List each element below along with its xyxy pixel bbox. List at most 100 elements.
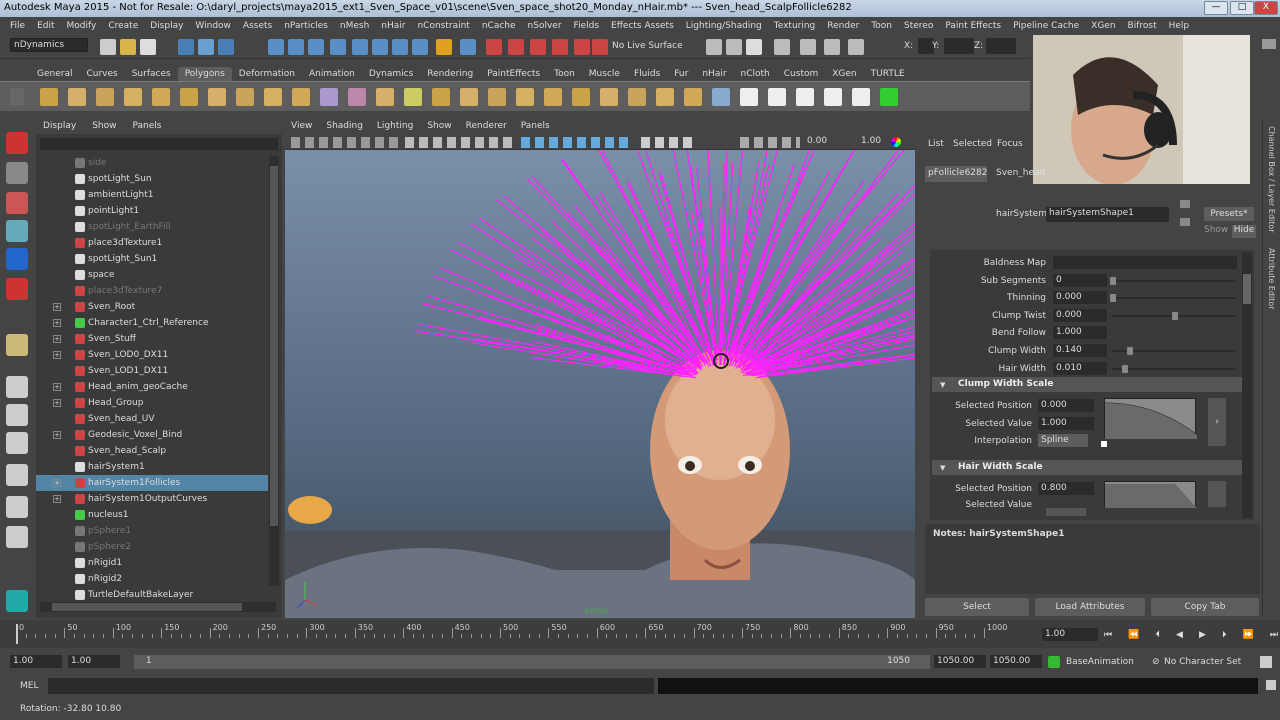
lasso-tool-icon[interactable] xyxy=(6,162,28,184)
playback-start-field[interactable]: 1.00 xyxy=(68,655,120,668)
outliner-item[interactable]: spotLight_Sun xyxy=(36,171,268,187)
shelf-tool-icon[interactable] xyxy=(852,88,870,106)
outliner-item[interactable]: pointLight1 xyxy=(36,203,268,219)
shelf-tab-toon[interactable]: Toon xyxy=(547,67,582,81)
expand-toggle-icon[interactable]: + xyxy=(53,383,61,391)
select-tool-icon[interactable] xyxy=(6,132,28,154)
shelf-tool-icon[interactable] xyxy=(180,88,198,106)
menu-nmesh[interactable]: nMesh xyxy=(334,21,375,31)
menu-assets[interactable]: Assets xyxy=(237,21,278,31)
ramp-expand-button[interactable]: › xyxy=(1208,398,1226,446)
attr-field[interactable]: 0.000 xyxy=(1053,308,1107,322)
shelf-tab-fluids[interactable]: Fluids xyxy=(627,67,667,81)
playback-end-field[interactable]: 1050.00 xyxy=(934,655,986,668)
magnet-icon[interactable] xyxy=(460,39,476,55)
isolate-tools-icons[interactable] xyxy=(740,137,800,148)
menu-window[interactable]: Window xyxy=(189,21,237,31)
snap-view-icon[interactable] xyxy=(330,39,346,55)
layout-icon[interactable] xyxy=(726,39,742,55)
shelf-tool-icon[interactable] xyxy=(348,88,366,106)
menu-lighting-shading[interactable]: Lighting/Shading xyxy=(680,21,768,31)
slider-handle[interactable] xyxy=(1110,294,1116,303)
sidebar-toggle-icon[interactable] xyxy=(706,39,722,55)
construction-icon[interactable] xyxy=(392,39,408,55)
camera-tools-icons[interactable] xyxy=(291,137,401,148)
transform-mode-icon[interactable] xyxy=(774,39,790,55)
menu-bifrost[interactable]: Bifrost xyxy=(1122,21,1163,31)
shelf-tab-custom[interactable]: Custom xyxy=(777,67,825,81)
shelf-tool-icon[interactable] xyxy=(656,88,674,106)
four-view-layout-icon[interactable] xyxy=(6,404,28,426)
shelf-tool-icon[interactable] xyxy=(404,88,422,106)
attribute-editor-tab[interactable]: Attribute Editor xyxy=(1267,248,1276,310)
step-back-frame-icon[interactable]: ⏴ xyxy=(1155,630,1160,640)
attr-field[interactable]: 0.000 xyxy=(1053,291,1107,305)
shelf-tool-icon[interactable] xyxy=(572,88,590,106)
shelf-tab-muscle[interactable]: Muscle xyxy=(582,67,627,81)
snap-grid-icon[interactable] xyxy=(268,39,284,55)
input-connections-icon[interactable] xyxy=(1180,218,1190,226)
notes-icon[interactable] xyxy=(746,39,762,55)
ramp-expand-button-2[interactable] xyxy=(1208,481,1226,507)
menu-help[interactable]: Help xyxy=(1163,21,1196,31)
snap-point-icon[interactable] xyxy=(308,39,324,55)
history-icon[interactable] xyxy=(372,39,388,55)
display-tools-icons[interactable] xyxy=(405,137,515,148)
gamma-value[interactable]: 1.00 xyxy=(861,136,881,146)
live-surface-icon[interactable] xyxy=(592,39,608,55)
outliner-item[interactable]: ambientLight1 xyxy=(36,187,268,203)
outliner-item[interactable]: spotLight_EarthFill xyxy=(36,219,268,235)
ramp-point-handle[interactable] xyxy=(1101,441,1107,447)
viewport-menu-show[interactable]: Show xyxy=(427,121,451,131)
hairsystem-name-field[interactable]: hairSystemShape1 xyxy=(1046,207,1169,222)
shelf-menu-icon[interactable] xyxy=(10,88,24,106)
menu-nparticles[interactable]: nParticles xyxy=(278,21,334,31)
end-time-field[interactable]: 1050.00 xyxy=(990,655,1042,668)
maximize-button[interactable]: □ xyxy=(1230,1,1254,15)
outliner-item[interactable]: + Character1_Ctrl_Reference xyxy=(36,315,268,331)
select-hierarchy-icon[interactable] xyxy=(178,39,194,55)
menu-ncache[interactable]: nCache xyxy=(476,21,522,31)
viewport-menu-shading[interactable]: Shading xyxy=(326,121,363,131)
range-bar[interactable]: 1 1050 xyxy=(134,655,930,669)
save-scene-icon[interactable] xyxy=(140,39,156,55)
interpolation-dropdown[interactable]: Spline xyxy=(1038,434,1088,447)
shelf-tool-icon[interactable] xyxy=(796,88,814,106)
attr-field[interactable]: 0 xyxy=(1053,273,1107,287)
3d-scene[interactable]: persp xyxy=(285,119,915,618)
shelf-tool-icon[interactable] xyxy=(264,88,282,106)
open-scene-icon[interactable] xyxy=(120,39,136,55)
render-current-frame-icon[interactable] xyxy=(486,39,502,55)
shelf-tool-icon[interactable] xyxy=(600,88,618,106)
menu-stereo[interactable]: Stereo xyxy=(898,21,939,31)
menu-edit[interactable]: Edit xyxy=(31,21,60,31)
mel-input[interactable] xyxy=(48,678,654,694)
outliner-item[interactable]: + hairSystem1OutputCurves xyxy=(36,491,268,507)
clump-pos-field[interactable]: 0.000 xyxy=(1038,399,1094,412)
tab-follicle[interactable]: pFollicle6282 xyxy=(925,166,987,182)
outliner-item[interactable]: nRigid2 xyxy=(36,571,268,587)
exposure-value[interactable]: 0.00 xyxy=(807,136,827,146)
expand-toggle-icon[interactable]: + xyxy=(53,479,61,487)
clump-width-ramp[interactable] xyxy=(1104,398,1198,439)
list-menu[interactable]: List xyxy=(928,139,944,149)
expand-toggle-icon[interactable]: + xyxy=(53,399,61,407)
snap-curve-icon[interactable] xyxy=(288,39,304,55)
mel-label[interactable]: MEL xyxy=(20,681,38,691)
menu-display[interactable]: Display xyxy=(144,21,189,31)
attr-scrollbar[interactable] xyxy=(1242,252,1252,518)
clump-val-field[interactable]: 1.000 xyxy=(1038,417,1094,430)
render-settings-icon[interactable] xyxy=(530,39,546,55)
hair-pos-field[interactable]: 0.800 xyxy=(1038,482,1094,495)
menu-texturing[interactable]: Texturing xyxy=(768,21,822,31)
outliner-item[interactable]: + Sven_LOD0_DX11 xyxy=(36,347,268,363)
expand-toggle-icon[interactable]: + xyxy=(53,431,61,439)
expand-toggle-icon[interactable]: + xyxy=(53,351,61,359)
anim-layer-label[interactable]: BaseAnimation xyxy=(1066,657,1134,667)
current-time-marker[interactable] xyxy=(16,624,18,644)
scale-tool-icon[interactable] xyxy=(6,278,28,300)
shelf-tool-icon[interactable] xyxy=(432,88,450,106)
select-component-icon[interactable] xyxy=(218,39,234,55)
attr-slider[interactable] xyxy=(1112,297,1236,300)
shelf-tool-icon[interactable] xyxy=(68,88,86,106)
